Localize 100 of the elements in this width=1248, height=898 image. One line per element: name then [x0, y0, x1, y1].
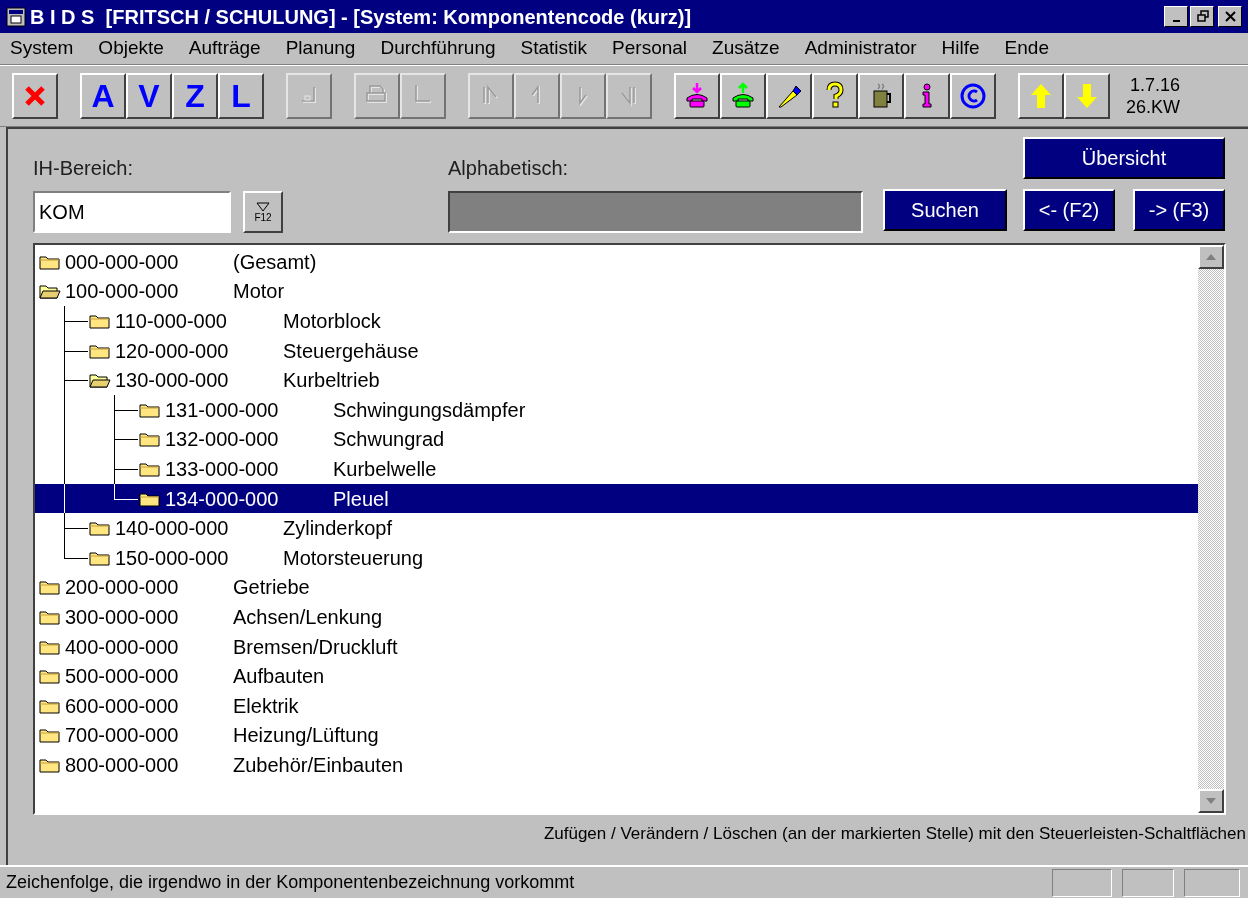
item-code: 800-000-000 — [65, 752, 180, 778]
field-label: Alphabetisch: — [448, 156, 570, 181]
status-text: Zeichenfolge, die irgendwo in der Komponentenbezeichnung vorkommt — [6, 871, 576, 894]
scrollbar[interactable] — [1198, 245, 1224, 813]
item-name: Heizung/Lüftung — [233, 723, 379, 749]
tree-item[interactable]: 600-000-000 Elektrik — [35, 690, 1198, 721]
menu-item[interactable]: Aufträge — [188, 34, 261, 63]
area-field[interactable]: KOM — [33, 191, 231, 233]
tree-item[interactable]: 700-000-000 Heizung/Lüftung — [35, 720, 1198, 751]
tree-item[interactable]: 120-000-000 Steuergehäuse — [35, 335, 1198, 366]
toolbar-button[interactable] — [674, 73, 720, 119]
toolbar-button[interactable] — [720, 73, 766, 119]
tree-item[interactable]: 130-000-000 Kurbeltrieb — [35, 365, 1198, 395]
menu-item[interactable]: Administrator — [804, 34, 917, 63]
minimize-icon — [1172, 19, 1180, 22]
previous-button[interactable]: <- (F2) — [1023, 189, 1115, 231]
status-panel — [1184, 868, 1240, 897]
folder-icon — [89, 549, 111, 566]
item-name: Pleuel — [333, 486, 389, 512]
item-code: 400-000-000 — [65, 634, 180, 660]
item-name: Achsen/Lenkung — [233, 604, 382, 630]
tree-item[interactable]: 132-000-000 Schwungrad — [35, 424, 1198, 455]
search-field[interactable] — [448, 191, 863, 233]
item-name: Schwingungsdämpfer — [333, 397, 526, 423]
folder-icon — [139, 490, 161, 507]
toolbar-button[interactable] — [858, 73, 904, 119]
menu-item[interactable]: Durchführung — [380, 34, 496, 63]
item-code: 000-000-000 — [65, 249, 180, 275]
tree-item[interactable]: 200-000-000 Getriebe — [35, 572, 1198, 603]
toolbar-button[interactable]: A — [80, 73, 126, 119]
menu-item[interactable]: Personal — [612, 34, 688, 63]
item-code: 134-000-000 — [165, 486, 280, 512]
folder-icon — [139, 431, 161, 448]
toolbar-button[interactable]: L — [218, 73, 264, 119]
toolbar-button[interactable]: V — [126, 73, 172, 119]
item-name: Elektrik — [233, 693, 299, 719]
window-title: B I D S [FRITSCH / SCHULUNG] - [System: Komponentencode (kurz)] — [30, 4, 693, 30]
folder-icon — [39, 727, 61, 744]
toolbar-button[interactable] — [1064, 73, 1110, 119]
folder-icon — [39, 579, 61, 596]
tree-item[interactable]: 000-000-000 (Gesamt) — [35, 247, 1198, 277]
tree-item[interactable]: 100-000-000 Motor — [35, 276, 1198, 307]
toolbar-button[interactable] — [1018, 73, 1064, 119]
item-code: 500-000-000 — [65, 664, 180, 690]
item-name: Steuergehäuse — [283, 338, 419, 364]
scroll-down-button[interactable] — [1198, 789, 1224, 813]
item-name: Zylinderkopf — [283, 516, 392, 542]
folder-icon — [89, 520, 111, 537]
item-name: Motorsteuerung — [283, 545, 424, 571]
restore-button[interactable] — [1190, 6, 1214, 27]
toolbar-button[interactable] — [950, 73, 996, 119]
item-name: Bremsen/Druckluft — [233, 634, 398, 660]
menu-item[interactable]: Hilfe — [941, 34, 980, 63]
tree-item[interactable]: 110-000-000 Motorblock — [35, 306, 1198, 336]
tree-item[interactable]: 150-000-000 Motorsteuerung — [35, 542, 1198, 573]
toolbar-button[interactable] — [12, 73, 58, 119]
status-panel — [1122, 868, 1174, 897]
scroll-up-button[interactable] — [1198, 245, 1224, 269]
next-button[interactable]: -> (F3) — [1133, 189, 1225, 231]
filter-button[interactable]: F12 — [243, 191, 283, 233]
tree-item[interactable]: 133-000-000 Kurbelwelle — [35, 454, 1198, 484]
menu-item[interactable]: Planung — [285, 34, 356, 63]
toolbar-button[interactable] — [812, 73, 858, 119]
tree-item[interactable]: 300-000-000 Achsen/Lenkung — [35, 602, 1198, 632]
close-icon — [1222, 9, 1238, 24]
folder-icon — [39, 697, 61, 714]
toolbar-button[interactable]: Z — [172, 73, 218, 119]
folder-icon — [139, 460, 161, 477]
overview-button[interactable]: Übersicht — [1023, 137, 1225, 179]
close-button[interactable] — [1218, 6, 1242, 27]
folder-icon — [39, 756, 61, 773]
item-code: 200-000-000 — [65, 575, 180, 601]
menu-item[interactable]: System — [10, 34, 74, 63]
tree-item[interactable]: 131-000-000 Schwingungsdämpfer — [35, 394, 1198, 425]
toolbar-button[interactable] — [766, 73, 812, 119]
item-code: 100-000-000 — [65, 279, 180, 305]
tree-item[interactable]: 134-000-000 Pleuel — [35, 483, 1198, 514]
item-code: 150-000-000 — [115, 545, 230, 571]
item-name: (Gesamt) — [233, 249, 317, 275]
folder-icon — [39, 253, 61, 270]
week-text: 26.KW — [1126, 96, 1181, 118]
minimize-button[interactable] — [1164, 6, 1188, 27]
menu-item[interactable]: Objekte — [98, 34, 164, 63]
folder-icon — [39, 668, 61, 685]
tree-item[interactable]: 800-000-000 Zubehör/Einbauten — [35, 750, 1198, 780]
previous-icon — [531, 86, 543, 106]
item-code: 300-000-000 — [65, 604, 180, 630]
item-code: 133-000-000 — [165, 456, 280, 482]
tree-item[interactable]: 500-000-000 Aufbauten — [35, 661, 1198, 691]
tree-item[interactable]: 400-000-000 Bremsen/Druckluft — [35, 631, 1198, 662]
menu-item[interactable]: Ende — [1004, 34, 1049, 63]
toolbar-button[interactable] — [904, 73, 950, 119]
tree-item[interactable]: 140-000-000 Zylinderkopf — [35, 513, 1198, 543]
search-button[interactable]: Suchen — [883, 189, 1007, 231]
menu-item[interactable]: Zusätze — [712, 34, 780, 63]
menu-item[interactable]: Statistik — [520, 34, 588, 63]
folder-icon — [89, 342, 111, 359]
item-code: 132-000-000 — [165, 427, 280, 453]
item-code: 140-000-000 — [115, 516, 230, 542]
item-name: Getriebe — [233, 575, 310, 601]
